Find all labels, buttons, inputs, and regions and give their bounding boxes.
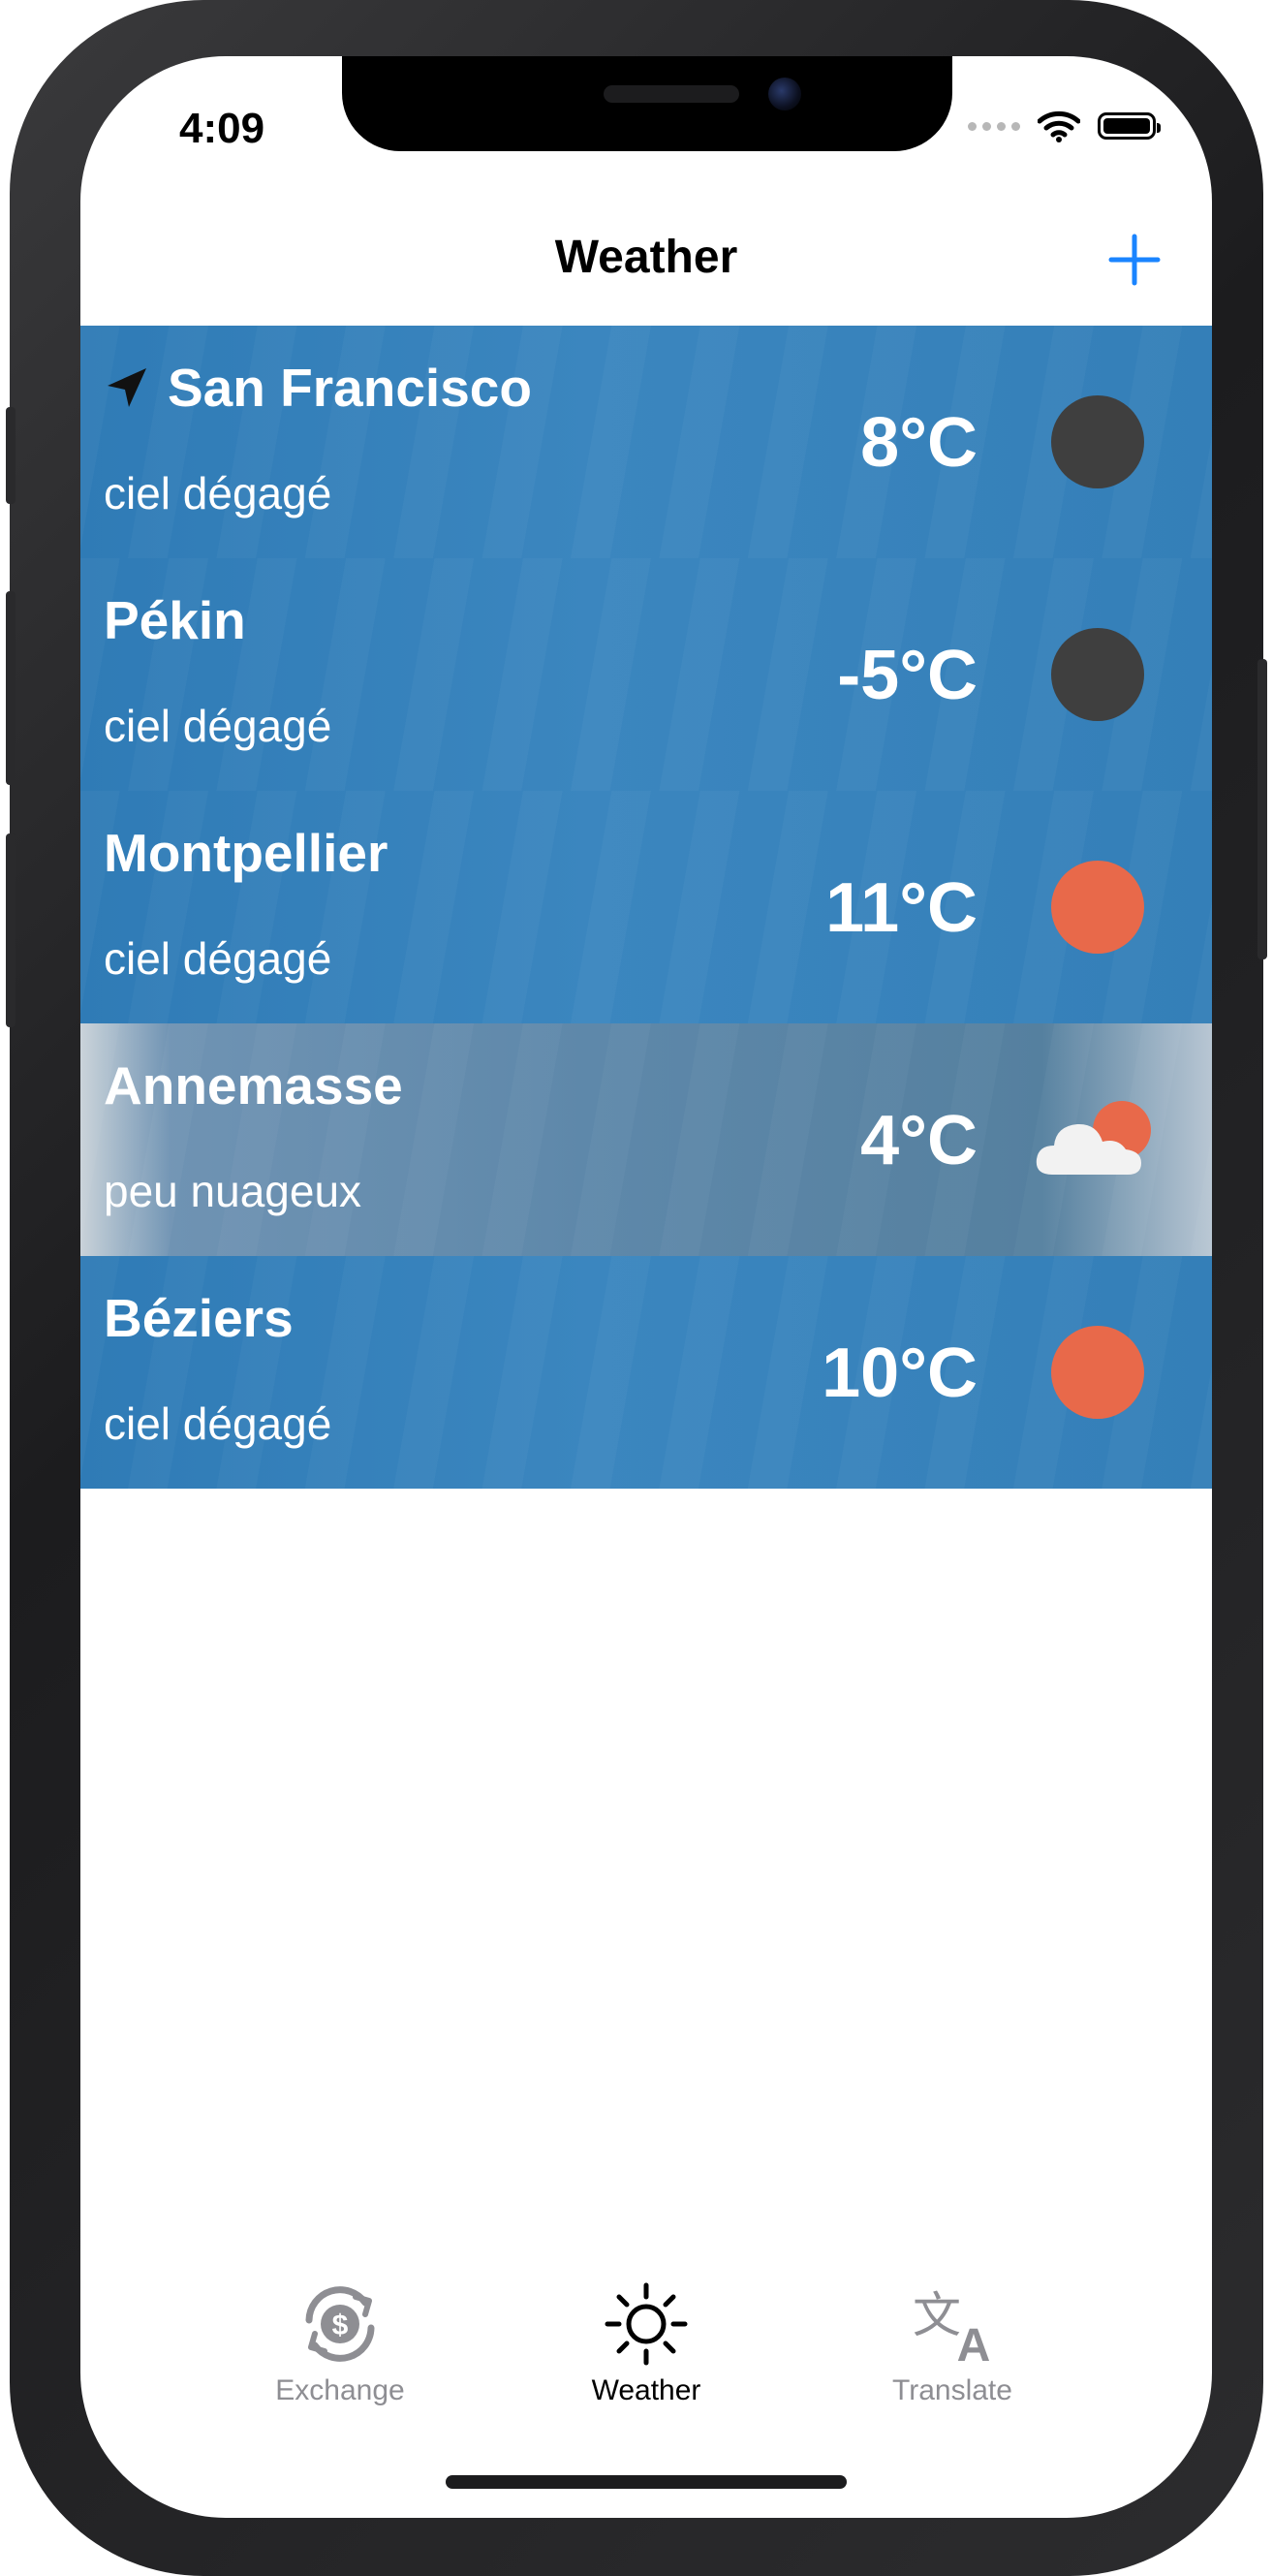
svg-text:$: $ — [332, 2309, 349, 2341]
cloud-sun-icon — [1036, 1101, 1151, 1175]
front-camera — [768, 78, 801, 110]
city-row[interactable]: Montpellier ciel dégagé 11°C — [80, 791, 1212, 1023]
currency-exchange-icon: $ — [305, 2286, 375, 2362]
location-arrow-icon — [108, 368, 146, 407]
city-name: San Francisco — [104, 357, 532, 419]
weather-description: peu nuageux — [104, 1166, 362, 1216]
temperature: -5°C — [837, 637, 978, 714]
translate-icon: 文 A — [913, 2287, 991, 2372]
sun-circle-icon — [1051, 1326, 1144, 1419]
tab-translate[interactable]: 文 A Translate — [826, 2276, 1078, 2407]
weather-description: ciel dégagé — [104, 468, 332, 518]
sun-icon — [605, 2282, 688, 2366]
city-name-label: San Francisco — [168, 358, 532, 418]
city-row[interactable]: Béziers ciel dégagé 10°C — [80, 1256, 1212, 1489]
city-name: Annemasse — [104, 1055, 403, 1115]
temperature: 8°C — [860, 404, 978, 482]
volume-up-button — [6, 591, 16, 785]
sun-circle-icon — [1051, 861, 1144, 954]
phone-frame: 4:09 Weather San Francisco ciel dégagé 8… — [6, 0, 1267, 2576]
cellular-signal-icon — [968, 121, 1020, 131]
tab-bar: $ Exchange Weather 文 A Translate — [80, 2276, 1212, 2431]
status-time: 4:09 — [179, 105, 265, 152]
power-button — [1257, 659, 1267, 959]
home-indicator — [446, 2475, 847, 2489]
tab-label: Weather — [591, 2374, 701, 2406]
tab-label: Exchange — [275, 2374, 405, 2406]
tab-weather[interactable]: Weather — [520, 2276, 772, 2407]
status-indicators — [968, 110, 1161, 142]
battery-icon — [1098, 112, 1161, 140]
wifi-icon — [1038, 110, 1080, 142]
city-row[interactable]: Pékin ciel dégagé -5°C — [80, 558, 1212, 791]
city-name: Pékin — [104, 590, 246, 650]
volume-down-button — [6, 833, 16, 1027]
city-name: Montpellier — [104, 823, 388, 883]
temperature: 10°C — [822, 1335, 978, 1412]
tab-label: Translate — [892, 2374, 1012, 2406]
city-row[interactable]: Annemasse peu nuageux 4°C — [80, 1023, 1212, 1256]
weather-description: ciel dégagé — [104, 701, 332, 751]
page-title: Weather — [554, 232, 738, 283]
temperature: 11°C — [825, 869, 978, 947]
weather-description: ciel dégagé — [104, 933, 332, 984]
city-list: San Francisco ciel dégagé 8°C Pékin ciel… — [80, 326, 1212, 1489]
sky-background — [80, 558, 1212, 791]
mute-switch — [6, 407, 16, 504]
svg-text:A: A — [957, 2320, 991, 2372]
moon-circle-icon — [1051, 395, 1144, 488]
city-name: Béziers — [104, 1288, 294, 1348]
svg-text:文: 文 — [913, 2287, 961, 2343]
moon-circle-icon — [1051, 628, 1144, 721]
weather-description: ciel dégagé — [104, 1398, 332, 1449]
add-city-button[interactable] — [1103, 229, 1165, 291]
tab-exchange[interactable]: $ Exchange — [214, 2276, 466, 2407]
earpiece-speaker — [604, 85, 739, 103]
notch — [342, 56, 952, 151]
temperature: 4°C — [860, 1102, 978, 1179]
screen: 4:09 Weather San Francisco ciel dégagé 8… — [80, 56, 1212, 2518]
city-row[interactable]: San Francisco ciel dégagé 8°C — [80, 326, 1212, 558]
